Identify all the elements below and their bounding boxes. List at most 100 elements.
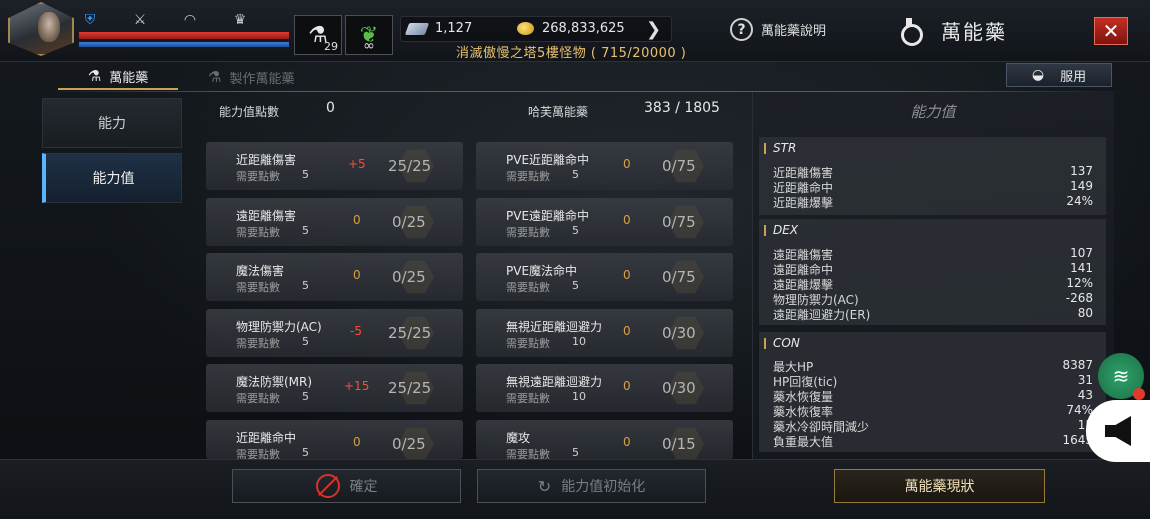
stat-card[interactable]: PVE遠距離命中 需要點數 5 0 0/75 <box>476 198 733 246</box>
hp-bar <box>78 31 290 40</box>
stat-progress: 0/25 <box>392 213 426 231</box>
row-label: 藥水恢復率 <box>773 405 834 419</box>
row-value: 43 <box>1077 388 1093 402</box>
row-label: 近距離傷害 <box>773 166 834 180</box>
potion-title-icon <box>893 17 925 46</box>
row-value: 8387 <box>1062 358 1093 372</box>
stat-progress: 25/25 <box>388 324 432 342</box>
nav-item-stats[interactable]: 能力值 <box>42 153 182 203</box>
stat-name: 遠距離傷害 <box>236 209 297 223</box>
shield-icon[interactable]: ⛨ <box>80 12 100 28</box>
quick-slot-potion[interactable]: ⚗ 29 <box>294 15 342 55</box>
stat-bonus: 0 <box>623 435 631 449</box>
chevron-right-icon[interactable]: ❯ <box>646 19 661 40</box>
use-button[interactable]: ◒ 服用 <box>1006 63 1112 87</box>
stat-card[interactable]: 無視近距離迴避力 需要點數 10 0 0/30 <box>476 309 733 357</box>
stat-row: 藥水恢復量 43 <box>773 388 1093 404</box>
nav-label: 能力值 <box>92 171 135 187</box>
stat-card[interactable]: 近距離傷害 需要點數 5 +5 25/25 <box>206 142 463 190</box>
points-label: 能力值點數 <box>219 105 280 119</box>
row-value: 80 <box>1077 306 1093 320</box>
stat-card[interactable]: 近距離命中 需要點數 5 0 0/25 <box>206 420 463 459</box>
crystal-display: 1,127 <box>404 21 472 36</box>
confirm-label: 確定 <box>349 479 378 495</box>
stat-row: 遠距離命中 141 <box>773 261 1093 277</box>
close-button[interactable]: ✕ <box>1094 17 1128 45</box>
reset-icon: ↻ <box>537 476 552 496</box>
stat-req-value: 5 <box>302 446 309 459</box>
helmet-icon[interactable]: ◠ <box>180 12 200 28</box>
slot-count: ∞ <box>363 38 375 54</box>
stat-row: 負重最大值 1645 <box>773 433 1093 449</box>
top-bar: ⛨ ⚔ ◠ ♛ ⚗ 29 ❦ ∞ 1,127 268,833,625 ❯ 消滅傲… <box>0 0 1150 62</box>
stat-name: 物理防禦力(AC) <box>236 320 322 334</box>
stat-name: 近距離傷害 <box>236 153 297 167</box>
reset-button[interactable]: ↻ 能力值初始化 <box>477 469 706 503</box>
row-label: 近距離命中 <box>773 181 834 195</box>
help-label: 萬能藥說明 <box>761 24 827 39</box>
tab-craft-elixir[interactable]: ⚗ 製作萬能藥 <box>208 64 294 90</box>
nav-item-ability[interactable]: 能力 <box>42 98 182 148</box>
sword-icon[interactable]: ⚔ <box>130 12 150 28</box>
quick-slot-leaf[interactable]: ❦ ∞ <box>345 15 393 55</box>
help-button[interactable]: ? 萬能藥說明 <box>730 18 826 41</box>
row-label: 藥水恢復量 <box>773 390 834 404</box>
stat-row: 最大HP 8387 <box>773 358 1093 374</box>
page-title-area: 萬能藥 <box>893 16 1007 46</box>
stat-card[interactable]: 魔攻 需要點數 5 0 0/15 <box>476 420 733 459</box>
group-header: STR <box>759 137 1106 159</box>
stat-req-value: 10 <box>572 335 586 348</box>
potion-tab-icon: ⚗ <box>87 67 102 85</box>
stat-card[interactable]: 無視遠距離迴避力 需要點數 10 0 0/30 <box>476 364 733 412</box>
stat-card[interactable]: 物理防禦力(AC) 需要點數 5 -5 25/25 <box>206 309 463 357</box>
stat-name: 無視遠距離迴避力 <box>506 375 603 389</box>
row-value: 141 <box>1070 261 1093 275</box>
gold-amount: 268,833,625 <box>542 21 625 36</box>
row-label: 遠距離爆擊 <box>773 278 834 292</box>
stat-bonus: 0 <box>623 268 631 282</box>
stat-bonus: +15 <box>344 379 370 393</box>
stat-bonus: +5 <box>348 157 366 171</box>
stat-card[interactable]: PVE魔法命中 需要點數 5 0 0/75 <box>476 253 733 301</box>
stat-req-value: 5 <box>572 446 579 459</box>
tab-elixir[interactable]: ⚗ 萬能藥 <box>58 64 178 90</box>
confirm-button[interactable]: 確定 <box>232 469 461 503</box>
stat-card[interactable]: 魔法傷害 需要點數 5 0 0/25 <box>206 253 463 301</box>
stat-card[interactable]: PVE近距離命中 需要點數 5 0 0/75 <box>476 142 733 190</box>
avatar[interactable] <box>8 2 74 56</box>
elixir-status-button[interactable]: 萬能藥現狀 <box>834 469 1045 503</box>
stat-name: 魔攻 <box>506 431 531 445</box>
row-value: 107 <box>1070 246 1093 260</box>
stat-name: PVE遠距離命中 <box>506 209 590 223</box>
stat-req-label: 需要點數 <box>236 337 280 350</box>
speaker-icon[interactable] <box>1086 400 1150 462</box>
quest-progress: 消滅傲慢之塔5樓怪物 ( 715/20000 ) <box>456 46 687 61</box>
row-label: 近距離爆擊 <box>773 196 834 210</box>
stat-req-label: 需要點數 <box>236 448 280 459</box>
status-icons: ⛨ ⚔ ◠ ♛ <box>80 10 250 30</box>
stat-card[interactable]: 魔法防禦(MR) 需要點數 5 +15 25/25 <box>206 364 463 412</box>
avatar-face <box>38 12 60 42</box>
gold-coin-icon <box>517 22 534 35</box>
group-header: DEX <box>759 219 1106 241</box>
stat-row: 遠距離傷害 107 <box>773 246 1093 262</box>
stat-row: 近距離爆擊 24% <box>773 194 1093 210</box>
row-value: -268 <box>1065 291 1093 305</box>
stat-row: 遠距離爆擊 12% <box>773 276 1093 292</box>
stat-name: 無視近距離迴避力 <box>506 320 603 334</box>
stat-progress: 0/30 <box>662 324 696 342</box>
currency-bar: 1,127 268,833,625 <box>400 16 672 42</box>
trophy-icon[interactable]: ♛ <box>230 12 250 28</box>
stat-req-label: 需要點數 <box>236 226 280 239</box>
stat-row: 近距離傷害 137 <box>773 164 1093 180</box>
stat-req-label: 需要點數 <box>506 226 550 239</box>
stat-row: 遠距離迴避力(ER) 80 <box>773 306 1093 322</box>
stat-req-value: 5 <box>302 335 309 348</box>
row-label: 遠距離命中 <box>773 263 834 277</box>
stat-card[interactable]: 遠距離傷害 需要點數 5 0 0/25 <box>206 198 463 246</box>
stat-req-value: 5 <box>572 279 579 292</box>
speaker-glyph <box>1105 416 1131 446</box>
nav-label: 能力 <box>98 116 126 132</box>
status-label: 萬能藥現狀 <box>904 479 975 495</box>
stat-bonus: 0 <box>623 157 631 171</box>
